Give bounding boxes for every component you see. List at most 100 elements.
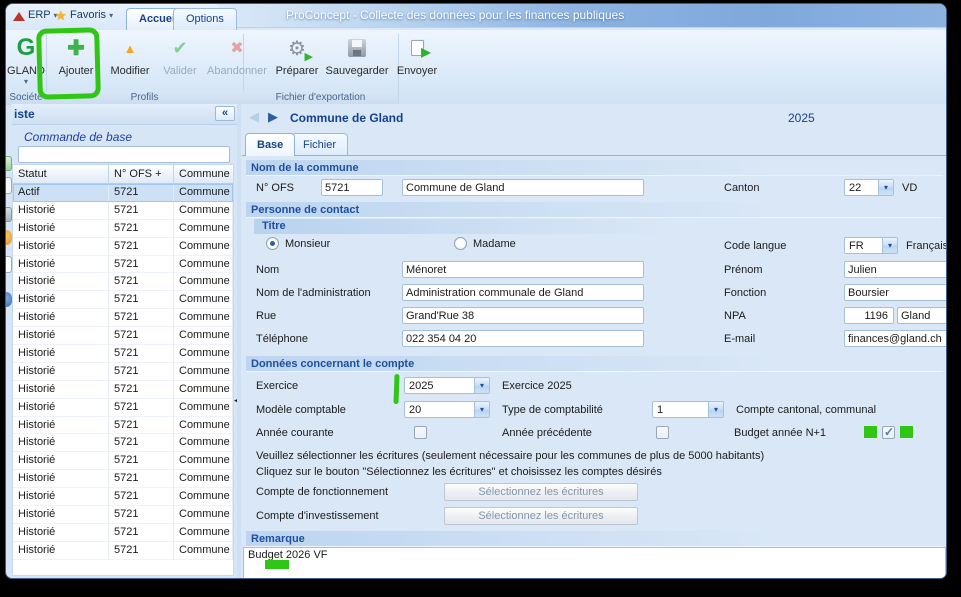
- column-header-commune[interactable]: Commune: [174, 165, 233, 184]
- exercice-label: Exercice: [256, 380, 298, 392]
- tab-options[interactable]: Options: [173, 8, 237, 30]
- select-ecritures-fonctionnement-button[interactable]: Sélectionnez les écritures: [444, 483, 638, 501]
- code-langue-dropdown[interactable]: FR ▾: [844, 237, 898, 254]
- table-row[interactable]: Historié5721Commune de: [13, 381, 233, 399]
- table-cell: 5721: [109, 345, 174, 363]
- modifier-button[interactable]: ▲ Modifier: [104, 32, 156, 77]
- erp-menu[interactable]: ERP ▾: [28, 9, 58, 21]
- radio-madame[interactable]: [454, 237, 467, 250]
- npa-input[interactable]: 1196: [844, 307, 894, 324]
- table-row[interactable]: Historié5721Commune de: [13, 452, 233, 470]
- table-cell: 5721: [109, 542, 174, 560]
- nom-input[interactable]: Ménoret: [402, 261, 644, 278]
- favoris-menu[interactable]: Favoris ▾: [70, 9, 113, 21]
- table-row[interactable]: Actif5721Commune de: [13, 184, 233, 202]
- table-row[interactable]: Historié5721Commune de: [13, 291, 233, 309]
- nav-back-icon[interactable]: ◀: [249, 109, 259, 125]
- table-cell: Actif: [13, 184, 109, 202]
- radio-madame-label: Madame: [473, 238, 516, 250]
- email-input[interactable]: finances@gland.ch: [844, 330, 947, 347]
- table-row[interactable]: Historié5721Commune de: [13, 309, 233, 327]
- commune-name-input[interactable]: Commune de Gland: [402, 179, 644, 196]
- collapse-panel-button[interactable]: «: [215, 106, 235, 121]
- preparer-button[interactable]: ⚙▶ Préparer: [272, 32, 322, 77]
- remarque-textarea[interactable]: Budget 2026 VF: [243, 547, 946, 579]
- chevron-down-icon[interactable]: ▾: [882, 238, 897, 253]
- left-panel-title: iste: [14, 107, 35, 121]
- envoyer-button[interactable]: ▶ Envoyer: [392, 32, 442, 77]
- table-row[interactable]: Historié5721Commune de: [13, 524, 233, 542]
- fonction-label: Fonction: [724, 287, 766, 299]
- table-cell: 5721: [109, 184, 174, 202]
- table-row[interactable]: Historié5721Commune de: [13, 220, 233, 238]
- nom-label: Nom: [256, 264, 279, 276]
- fonction-input[interactable]: Boursier: [844, 284, 947, 301]
- table-row[interactable]: Historié5721Commune de: [13, 327, 233, 345]
- table-row[interactable]: Historié5721Commune de: [13, 238, 233, 256]
- table-cell: Historié: [13, 220, 109, 238]
- valider-button[interactable]: ✔ Valider: [158, 32, 202, 77]
- table-row[interactable]: Historié5721Commune de: [13, 417, 233, 435]
- table-row[interactable]: Historié5721Commune de: [13, 345, 233, 363]
- table-row[interactable]: Historié5721Commune de: [13, 256, 233, 274]
- canton-dropdown[interactable]: 22 ▾: [844, 179, 894, 196]
- tab-base[interactable]: Base: [245, 133, 295, 156]
- annee-precedente-checkbox[interactable]: [656, 426, 669, 439]
- sauvegarder-button[interactable]: Sauvegarder: [324, 32, 390, 77]
- chevron-down-icon[interactable]: ▾: [878, 180, 893, 195]
- type-comptabilite-dropdown[interactable]: 1 ▾: [652, 401, 724, 418]
- table-row[interactable]: Historié5721Commune de: [13, 363, 233, 381]
- type-comptabilite-value: 1: [657, 404, 663, 416]
- column-header-ofs[interactable]: N° OFS +: [109, 165, 174, 184]
- communes-table: Statut N° OFS + Commune Actif5721Commune…: [12, 164, 234, 576]
- email-label: E-mail: [724, 333, 755, 345]
- table-cell: 5721: [109, 488, 174, 506]
- chevron-down-icon[interactable]: ▾: [708, 402, 723, 417]
- table-row[interactable]: Historié5721Commune de: [13, 434, 233, 452]
- table-row[interactable]: Historié5721Commune de: [13, 202, 233, 220]
- table-cell: 5721: [109, 399, 174, 417]
- table-cell: 5721: [109, 327, 174, 345]
- ville-input[interactable]: Gland: [897, 307, 947, 324]
- tab-page-border: [242, 155, 947, 156]
- table-header-row: Statut N° OFS + Commune: [13, 165, 233, 184]
- annotation-green-square: [864, 426, 877, 438]
- table-cell: Commune de: [174, 434, 233, 452]
- table-row[interactable]: Historié5721Commune de: [13, 273, 233, 291]
- tab-fichier[interactable]: Fichier: [291, 133, 348, 156]
- radio-monsieur[interactable]: [266, 237, 279, 250]
- table-row[interactable]: Historié5721Commune de: [13, 506, 233, 524]
- budget-n1-checkbox[interactable]: ✓: [882, 426, 895, 439]
- administration-input[interactable]: Administration communale de Gland: [402, 284, 644, 301]
- modele-dropdown[interactable]: 20 ▾: [404, 401, 490, 418]
- annotation-remarque-highlight: [265, 560, 289, 569]
- nav-forward-icon[interactable]: ▶: [268, 109, 278, 125]
- table-cell: Commune de: [174, 345, 233, 363]
- table-row[interactable]: Historié5721Commune de: [13, 542, 233, 560]
- table-cell: 5721: [109, 291, 174, 309]
- type-comptabilite-text: Compte cantonal, communal: [736, 404, 876, 416]
- search-input[interactable]: [18, 146, 230, 163]
- prenom-input[interactable]: Julien: [844, 261, 947, 278]
- save-disk-icon: [348, 39, 366, 57]
- chevron-down-icon[interactable]: ▾: [474, 402, 489, 417]
- compte-investissement-label: Compte d'investissement: [256, 510, 379, 522]
- rue-input[interactable]: Grand'Rue 38: [402, 307, 644, 324]
- valider-button-label: Valider: [158, 65, 202, 77]
- column-header-statut[interactable]: Statut: [13, 165, 109, 184]
- table-cell: Commune de: [174, 399, 233, 417]
- table-cell: 5721: [109, 381, 174, 399]
- select-ecritures-investissement-button[interactable]: Sélectionnez les écritures: [444, 507, 638, 525]
- table-row[interactable]: Historié5721Commune de: [13, 399, 233, 417]
- ofs-input[interactable]: 5721: [321, 179, 383, 196]
- table-cell: 5721: [109, 202, 174, 220]
- table-row[interactable]: Historié5721Commune de: [13, 488, 233, 506]
- telephone-input[interactable]: 022 354 04 20: [402, 330, 644, 347]
- chevron-down-icon[interactable]: ▾: [474, 378, 489, 393]
- ecritures-note-1: Veuillez sélectionner les écritures (seu…: [256, 450, 764, 462]
- table-row[interactable]: Historié5721Commune de: [13, 470, 233, 488]
- exercice-dropdown[interactable]: 2025 ▾: [404, 377, 490, 394]
- annee-courante-checkbox[interactable]: [414, 426, 427, 439]
- table-cell: 5721: [109, 363, 174, 381]
- abandonner-button[interactable]: ✖ Abandonner: [204, 32, 270, 77]
